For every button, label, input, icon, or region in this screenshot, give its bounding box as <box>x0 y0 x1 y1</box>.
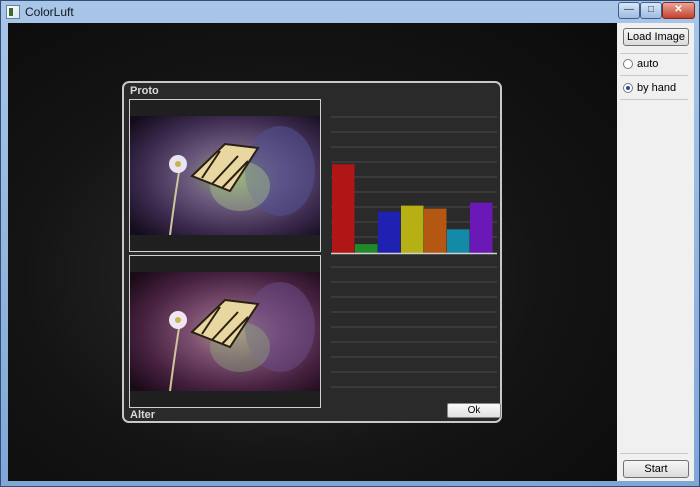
maximize-button[interactable]: □ <box>640 2 662 19</box>
separator <box>620 99 688 100</box>
sidebar: Load Image auto by hand Start <box>617 23 694 481</box>
histogram-svg <box>331 116 497 388</box>
alter-photo <box>130 272 320 391</box>
by-hand-radio[interactable] <box>623 83 633 93</box>
title-bar[interactable]: ColorLuft — □ ✕ <box>1 1 699 23</box>
separator <box>620 75 688 76</box>
start-button[interactable]: Start <box>623 460 689 478</box>
minimize-button[interactable]: — <box>618 2 640 19</box>
histogram-bar-green <box>355 244 378 253</box>
app-icon <box>6 5 20 19</box>
color-histogram <box>331 105 497 395</box>
window-title: ColorLuft <box>25 5 74 19</box>
close-icon: ✕ <box>674 4 683 15</box>
image-canvas[interactable]: Proto Alter Ok <box>8 23 617 481</box>
minimize-icon: — <box>624 4 634 15</box>
by-hand-label: by hand <box>637 82 677 94</box>
proto-label: Proto <box>130 85 159 97</box>
close-button[interactable]: ✕ <box>662 2 695 19</box>
proto-photo <box>130 116 320 235</box>
ok-button[interactable]: Ok <box>447 403 501 418</box>
auto-label: auto <box>637 58 659 70</box>
color-dialog: Proto Alter Ok <box>122 81 502 423</box>
histogram-bar-yellow <box>401 205 424 253</box>
separator <box>620 453 688 454</box>
alter-label: Alter <box>130 409 156 421</box>
histogram-bar-cyan <box>447 229 470 253</box>
separator <box>620 53 688 54</box>
alter-image-panel <box>129 255 321 408</box>
histogram-bar-orange <box>424 208 447 253</box>
client-area: Proto Alter Ok Load Image auto by hand S… <box>8 23 694 481</box>
histogram-bar-purple <box>470 202 493 253</box>
load-image-button[interactable]: Load Image <box>623 28 689 46</box>
auto-radio[interactable] <box>623 59 633 69</box>
app-window: ColorLuft — □ ✕ Proto Alter Ok Load Imag… <box>0 0 700 487</box>
proto-image-panel <box>129 99 321 252</box>
maximize-icon: □ <box>647 4 655 15</box>
histogram-bar-blue <box>378 211 401 253</box>
histogram-bar-red <box>332 164 355 253</box>
